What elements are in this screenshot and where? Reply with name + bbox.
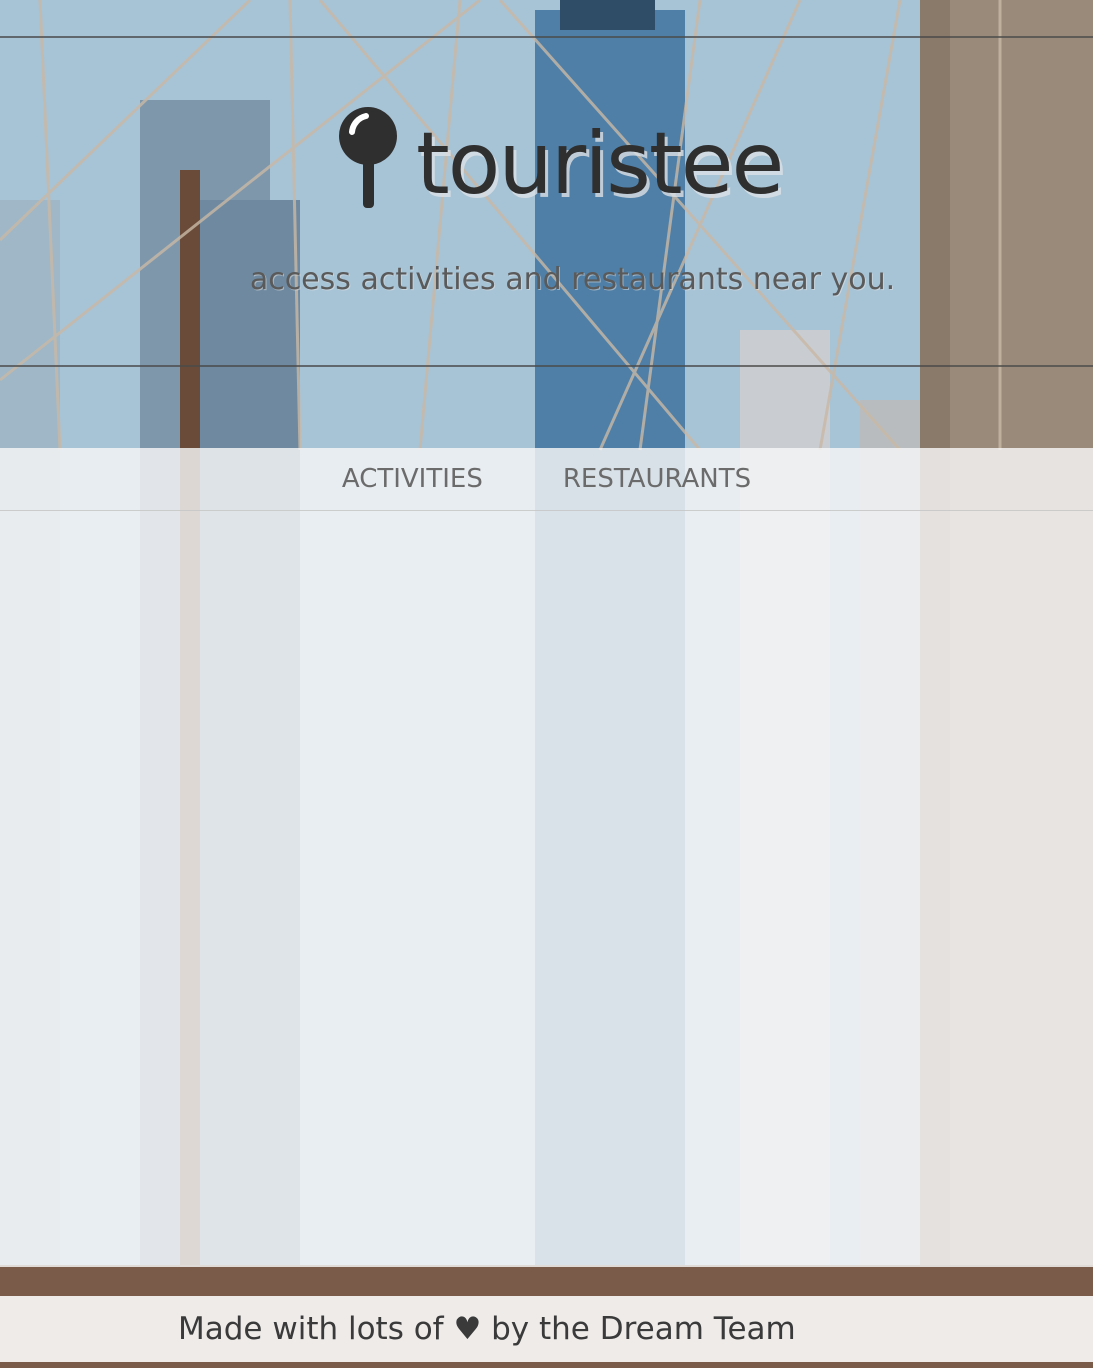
header-divider: [0, 365, 1093, 367]
footer-credit: Made with lots of ♥ by the Dream Team: [178, 1311, 796, 1347]
map-pin-icon: [339, 107, 397, 208]
page: touristee access activities and restaura…: [0, 0, 1093, 1368]
heart-icon: ♥: [453, 1311, 482, 1347]
footer-suffix: by the Dream Team: [491, 1311, 796, 1347]
nav-link-restaurants[interactable]: RESTAURANTS: [563, 464, 751, 494]
brand-logo[interactable]: touristee: [336, 104, 784, 216]
brand-name: touristee: [416, 114, 784, 214]
content-panel: [0, 511, 1093, 1267]
nav-link-activities[interactable]: ACTIVITIES: [342, 464, 483, 494]
tagline: access activities and restaurants near y…: [249, 262, 896, 297]
footer: Made with lots of ♥ by the Dream Team: [0, 1296, 1093, 1362]
main-nav: ACTIVITIES RESTAURANTS: [0, 448, 1093, 511]
footer-prefix: Made with lots of: [178, 1311, 444, 1347]
